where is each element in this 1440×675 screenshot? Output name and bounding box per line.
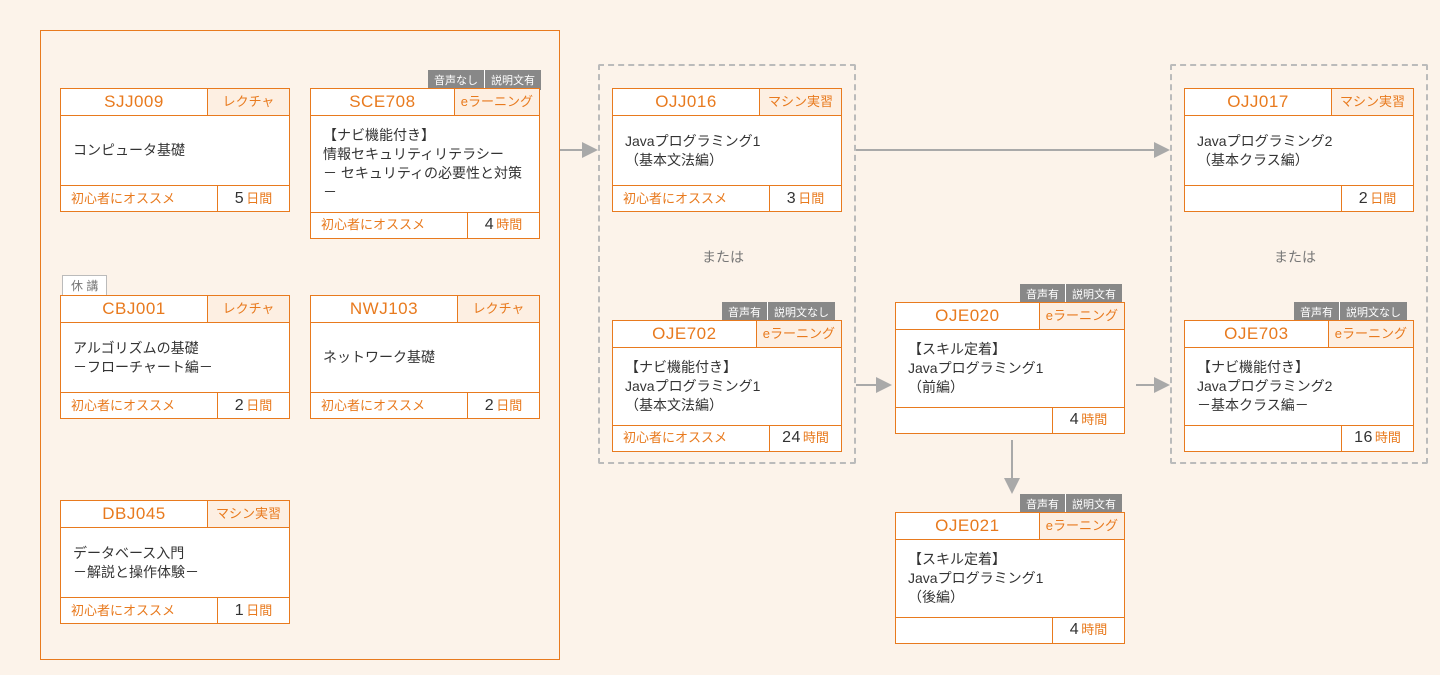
course-type: マシン実習	[207, 501, 289, 527]
course-type: レクチャ	[207, 296, 289, 322]
course-card-sjj009[interactable]: SJJ009 レクチャ コンピュータ基礎 初心者にオススメ 5 日間	[60, 88, 290, 212]
course-type: eラーニング	[756, 321, 841, 347]
recommended-badge	[1185, 186, 1341, 211]
course-type: eラーニング	[1328, 321, 1413, 347]
course-title: コンピュータ基礎	[61, 115, 289, 185]
course-code: CBJ001	[61, 296, 207, 322]
course-title: 【ナビ機能付き】 情報セキュリティリテラシー － セキュリティの必要性と対策－	[311, 115, 539, 212]
course-card-oje703[interactable]: OJE703 eラーニング 【ナビ機能付き】 Javaプログラミング2 －基本ク…	[1184, 320, 1414, 452]
badges-oje020: 音声有 説明文有	[1020, 284, 1122, 304]
course-card-dbj045[interactable]: DBJ045 マシン実習 データベース入門 －解説と操作体験－ 初心者にオススメ…	[60, 500, 290, 624]
course-card-nwj103[interactable]: NWJ103 レクチャ ネットワーク基礎 初心者にオススメ 2 日間	[310, 295, 540, 419]
course-card-ojj016[interactable]: OJJ016 マシン実習 Javaプログラミング1 （基本文法編） 初心者にオス…	[612, 88, 842, 212]
course-code: OJE702	[613, 321, 756, 347]
course-card-oje702[interactable]: OJE702 eラーニング 【ナビ機能付き】 Javaプログラミング1 （基本文…	[612, 320, 842, 452]
course-title: Javaプログラミング1 （基本文法編）	[613, 115, 841, 185]
course-duration: 4 時間	[1052, 408, 1124, 433]
course-title: 【ナビ機能付き】 Javaプログラミング1 （基本文法編）	[613, 347, 841, 425]
badges-oje702: 音声有 説明文なし	[722, 302, 835, 322]
course-code: DBJ045	[61, 501, 207, 527]
or-label: または	[702, 247, 744, 267]
course-title: アルゴリズムの基礎 －フローチャート編－	[61, 322, 289, 392]
course-card-oje021[interactable]: OJE021 eラーニング 【スキル定着】 Javaプログラミング1 （後編） …	[895, 512, 1125, 644]
recommended-badge: 初心者にオススメ	[311, 213, 467, 238]
course-code: OJJ016	[613, 89, 759, 115]
recommended-badge	[896, 408, 1052, 433]
course-code: SJJ009	[61, 89, 207, 115]
course-type: eラーニング	[454, 89, 539, 115]
course-code: OJE021	[896, 513, 1039, 539]
course-code: SCE708	[311, 89, 454, 115]
recommended-badge: 初心者にオススメ	[61, 393, 217, 418]
recommended-badge: 初心者にオススメ	[61, 186, 217, 211]
recommended-badge: 初心者にオススメ	[61, 598, 217, 623]
course-card-oje020[interactable]: OJE020 eラーニング 【スキル定着】 Javaプログラミング1 （前編） …	[895, 302, 1125, 434]
course-title: ネットワーク基礎	[311, 322, 539, 392]
course-duration: 1 日間	[217, 598, 289, 623]
recommended-badge: 初心者にオススメ	[311, 393, 467, 418]
course-title: Javaプログラミング2 （基本クラス編）	[1185, 115, 1413, 185]
or-label: または	[1274, 247, 1316, 267]
status-suspended: 休 講	[62, 275, 107, 296]
course-title: データベース入門 －解説と操作体験－	[61, 527, 289, 597]
course-duration: 4 時間	[467, 213, 539, 238]
course-title: 【スキル定着】 Javaプログラミング1 （後編）	[896, 539, 1124, 617]
badges-oje703: 音声有 説明文なし	[1294, 302, 1407, 322]
course-type: マシン実習	[759, 89, 841, 115]
recommended-badge	[896, 618, 1052, 643]
course-duration: 2 日間	[467, 393, 539, 418]
course-duration: 2 日間	[1341, 186, 1413, 211]
course-type: eラーニング	[1039, 303, 1124, 329]
recommended-badge: 初心者にオススメ	[613, 186, 769, 211]
course-card-cbj001[interactable]: CBJ001 レクチャ アルゴリズムの基礎 －フローチャート編－ 初心者にオスス…	[60, 295, 290, 419]
course-type: レクチャ	[207, 89, 289, 115]
course-title: 【スキル定着】 Javaプログラミング1 （前編）	[896, 329, 1124, 407]
course-duration: 24 時間	[769, 426, 841, 451]
course-card-ojj017[interactable]: OJJ017 マシン実習 Javaプログラミング2 （基本クラス編） 2 日間	[1184, 88, 1414, 212]
course-code: OJE703	[1185, 321, 1328, 347]
badges-oje021: 音声有 説明文有	[1020, 494, 1122, 514]
badges-sce708: 音声なし 説明文有	[428, 70, 541, 90]
recommended-badge	[1185, 426, 1341, 451]
course-type: レクチャ	[457, 296, 539, 322]
course-duration: 16 時間	[1341, 426, 1413, 451]
course-duration: 2 日間	[217, 393, 289, 418]
course-type: マシン実習	[1331, 89, 1413, 115]
course-duration: 4 時間	[1052, 618, 1124, 643]
course-type: eラーニング	[1039, 513, 1124, 539]
course-code: OJJ017	[1185, 89, 1331, 115]
recommended-badge: 初心者にオススメ	[613, 426, 769, 451]
course-code: OJE020	[896, 303, 1039, 329]
course-duration: 5 日間	[217, 186, 289, 211]
course-title: 【ナビ機能付き】 Javaプログラミング2 －基本クラス編－	[1185, 347, 1413, 425]
course-duration: 3 日間	[769, 186, 841, 211]
course-code: NWJ103	[311, 296, 457, 322]
course-card-sce708[interactable]: SCE708 eラーニング 【ナビ機能付き】 情報セキュリティリテラシー － セ…	[310, 88, 540, 239]
